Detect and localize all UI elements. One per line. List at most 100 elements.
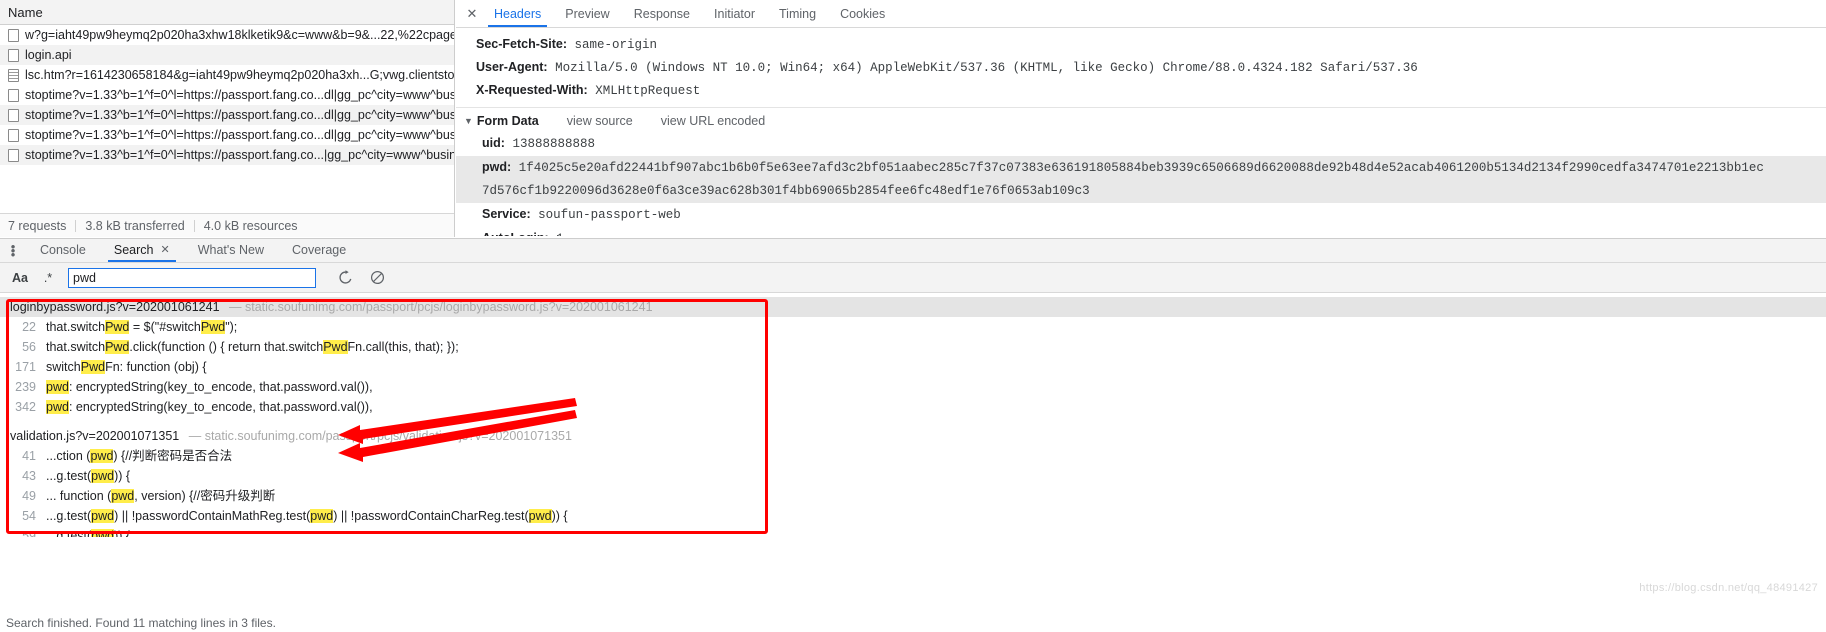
- request-name: stoptime?v=1.33^b=1^f=0^l=https://passpo…: [25, 108, 454, 122]
- result-line[interactable]: 59 ...g.test(pwd)) {: [0, 526, 1826, 537]
- tab-search[interactable]: Search ✕: [100, 239, 184, 262]
- line-code: ...g.test(pwd)) {: [46, 528, 130, 537]
- resources-size: 4.0 kB resources: [203, 218, 298, 233]
- search-input[interactable]: [68, 267, 316, 288]
- line-code: that.switchPwd = $("#switchPwd");: [46, 320, 238, 334]
- form-data-header[interactable]: ▼ Form Data view source view URL encoded: [456, 108, 1826, 132]
- request-name: w?g=iaht49pw9heymq2p020ha3xhw18klketik9&…: [25, 28, 454, 42]
- search-results-list[interactable]: loginbypassword.js?v=202001061241 — stat…: [0, 297, 1826, 537]
- document-icon: [8, 68, 19, 82]
- line-number: 56: [22, 340, 36, 354]
- tab-console[interactable]: Console: [26, 239, 100, 262]
- line-number: 22: [22, 320, 36, 334]
- request-name: stoptime?v=1.33^b=1^f=0^l=https://passpo…: [25, 128, 454, 142]
- tab-label: What's New: [197, 243, 264, 257]
- field-name: Service:: [482, 207, 531, 221]
- tab-label: Coverage: [292, 243, 347, 257]
- tab-whats-new[interactable]: What's New: [184, 239, 278, 262]
- view-source-link[interactable]: view source: [567, 114, 633, 128]
- checkbox-icon: [8, 48, 19, 62]
- drawer-panel: • • • Console Search ✕ What's New Coverage…: [0, 238, 1826, 632]
- checkbox-icon: [8, 128, 19, 142]
- refresh-icon[interactable]: [330, 267, 360, 289]
- table-row[interactable]: login.api: [0, 45, 454, 65]
- form-data-title: Form Data: [476, 114, 539, 128]
- tab-preview[interactable]: Preview: [553, 0, 621, 27]
- result-line[interactable]: 22 that.switchPwd = $("#switchPwd");: [0, 317, 1826, 337]
- table-row[interactable]: lsc.htm?r=1614230658184&g=iaht49pw9heymq…: [0, 65, 454, 85]
- line-number: 342: [15, 400, 36, 414]
- header-value: Mozilla/5.0 (Windows NT 10.0; Win64; x64…: [555, 61, 1418, 75]
- checkbox-icon: [8, 148, 19, 162]
- devtools-window: Name w?g=iaht49pw9heymq2p020ha3xhw18klke…: [0, 0, 1826, 632]
- result-line[interactable]: 56 that.switchPwd.click(function () { re…: [0, 337, 1826, 357]
- column-header-name: Name: [8, 4, 43, 20]
- tab-initiator[interactable]: Initiator: [702, 0, 767, 27]
- result-line[interactable]: 43 ...g.test(pwd)) {: [0, 466, 1826, 486]
- table-row[interactable]: stoptime?v=1.33^b=1^f=0^l=https://passpo…: [0, 125, 454, 145]
- regex-button[interactable]: .*: [34, 267, 62, 289]
- network-column-header[interactable]: Name: [0, 0, 454, 25]
- tab-coverage[interactable]: Coverage: [278, 239, 360, 262]
- clear-icon[interactable]: [362, 267, 392, 289]
- network-request-list[interactable]: w?g=iaht49pw9heymq2p020ha3xhw18klketik9&…: [0, 25, 454, 213]
- checkbox-icon: [8, 28, 19, 42]
- header-name: X-Requested-With:: [476, 83, 588, 97]
- line-number: 59: [22, 529, 36, 537]
- header-row: User-Agent: Mozilla/5.0 (Windows NT 10.0…: [456, 56, 1826, 79]
- search-results-wrap: loginbypassword.js?v=202001061241 — stat…: [0, 297, 1826, 537]
- more-options-icon[interactable]: • • •: [0, 240, 26, 261]
- result-line[interactable]: 54 ...g.test(pwd) || !passwordContainMat…: [0, 506, 1826, 526]
- close-icon[interactable]: ✕: [160, 238, 169, 263]
- result-line[interactable]: 49 ... function (pwd, version) {//密码升级判断: [0, 486, 1826, 506]
- close-icon[interactable]: ✕: [462, 0, 482, 28]
- table-row[interactable]: stoptime?v=1.33^b=1^f=0^l=https://passpo…: [0, 85, 454, 105]
- network-summary-bar: 7 requests 3.8 kB transferred 4.0 kB res…: [0, 213, 454, 237]
- field-value-line1: 1f4025c5e20afd22441bf907abc1b6b0f5e63ee7…: [518, 161, 1764, 175]
- line-code: pwd: encryptedString(key_to_encode, that…: [46, 400, 373, 414]
- line-code: switchPwdFn: function (obj) {: [46, 360, 207, 374]
- result-line[interactable]: 171 switchPwdFn: function (obj) {: [0, 357, 1826, 377]
- line-code: ...ction (pwd) {//判断密码是否合法: [46, 449, 233, 463]
- tab-timing[interactable]: Timing: [767, 0, 828, 27]
- network-requests-panel: Name w?g=iaht49pw9heymq2p020ha3xhw18klke…: [0, 0, 455, 237]
- line-code: pwd: encryptedString(key_to_encode, that…: [46, 380, 373, 394]
- tab-cookies[interactable]: Cookies: [828, 0, 897, 27]
- result-file-header[interactable]: validation.js?v=202001071351 — static.so…: [0, 426, 1826, 446]
- tab-headers[interactable]: Headers: [482, 0, 553, 27]
- result-file-url: — static.soufunimg.com/passport/pcjs/val…: [188, 429, 572, 443]
- request-count: 7 requests: [8, 218, 67, 233]
- field-value: 1: [556, 232, 564, 236]
- request-name: stoptime?v=1.33^b=1^f=0^l=https://passpo…: [25, 88, 454, 102]
- drawer-tabbar: • • • Console Search ✕ What's New Coverage: [0, 239, 1826, 263]
- result-line[interactable]: 342 pwd: encryptedString(key_to_encode, …: [0, 397, 1826, 417]
- table-row[interactable]: stoptime?v=1.33^b=1^f=0^l=https://passpo…: [0, 145, 454, 165]
- request-name: stoptime?v=1.33^b=1^f=0^l=https://passpo…: [25, 148, 454, 162]
- headers-content: Sec-Fetch-Site: same-origin User-Agent: …: [456, 28, 1826, 236]
- header-name: Sec-Fetch-Site:: [476, 37, 567, 51]
- form-field-pwd: pwd: 1f4025c5e20afd22441bf907abc1b6b0f5e…: [456, 156, 1826, 180]
- result-file-header[interactable]: loginbypassword.js?v=202001061241 — stat…: [0, 297, 1826, 317]
- field-name: AutoLogin:: [482, 231, 549, 236]
- field-value: soufun-passport-web: [538, 208, 681, 222]
- result-file-name: validation.js?v=202001071351: [10, 429, 180, 443]
- result-line[interactable]: 41 ...ction (pwd) {//判断密码是否合法: [0, 446, 1826, 466]
- tab-response[interactable]: Response: [622, 0, 702, 27]
- chevron-down-icon[interactable]: ▼: [464, 116, 473, 126]
- view-url-encoded-link[interactable]: view URL encoded: [661, 114, 765, 128]
- table-row[interactable]: w?g=iaht49pw9heymq2p020ha3xhw18klketik9&…: [0, 25, 454, 45]
- match-case-button[interactable]: Aa: [6, 267, 34, 289]
- search-status-footer: Search finished. Found 11 matching lines…: [0, 614, 1826, 632]
- header-row: Sec-Fetch-Site: same-origin: [456, 33, 1826, 56]
- tab-label: Console: [40, 243, 86, 257]
- field-name: uid:: [482, 136, 505, 150]
- form-field-autologin: AutoLogin: 1: [456, 227, 1826, 236]
- result-line[interactable]: 239 pwd: encryptedString(key_to_encode, …: [0, 377, 1826, 397]
- result-file-name: loginbypassword.js?v=202001061241: [10, 300, 220, 314]
- transferred-size: 3.8 kB transferred: [85, 218, 185, 233]
- line-number: 43: [22, 469, 36, 483]
- header-value: same-origin: [574, 38, 658, 52]
- header-row: X-Requested-With: XMLHttpRequest: [456, 79, 1826, 102]
- table-row[interactable]: stoptime?v=1.33^b=1^f=0^l=https://passpo…: [0, 105, 454, 125]
